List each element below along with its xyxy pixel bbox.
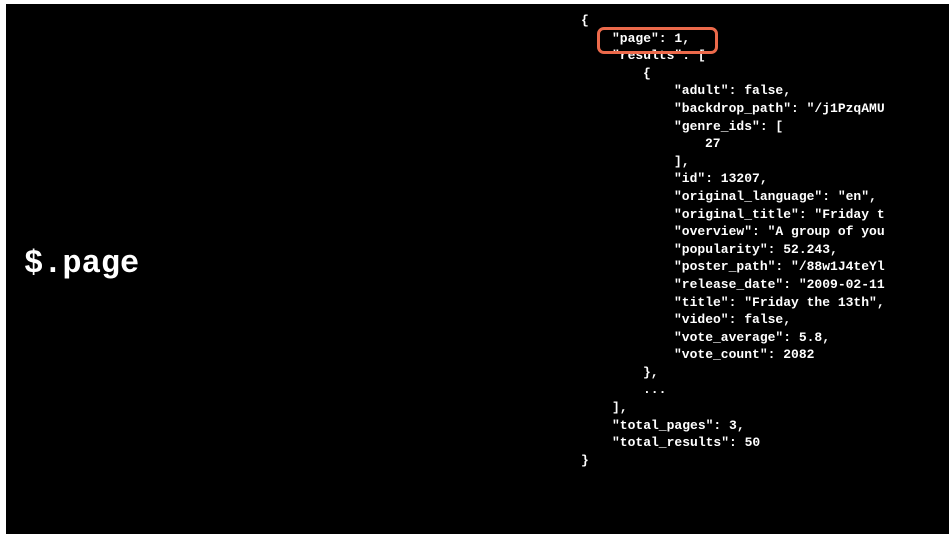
json-line: } [581, 452, 589, 468]
json-line: "poster_path": "/88w1J4teYl [674, 259, 885, 275]
json-line: }, [643, 364, 659, 380]
json-line: ], [674, 153, 690, 169]
json-line: "vote_count": 2082 [674, 347, 815, 363]
json-line: { [643, 65, 651, 81]
json-line: "release_date": "2009-02-11 [674, 276, 885, 292]
json-line: "adult": false, [674, 83, 792, 99]
json-line: 27 [705, 136, 721, 152]
json-line: "original_language": "en", [674, 188, 877, 204]
json-code-block: {"page": 1, "results": [{"adult": false, "… [581, 12, 943, 469]
json-line: "video": false, [674, 312, 792, 328]
json-line: "vote_average": 5.8, [674, 329, 831, 345]
json-line: "id": 13207, [674, 171, 768, 187]
json-line: "popularity": 52.243, [674, 241, 838, 257]
json-line: "original_title": "Friday t [674, 206, 885, 222]
json-line: "total_pages": 3, [612, 417, 745, 433]
json-line: ], [612, 400, 628, 416]
json-line: "overview": "A group of you [674, 224, 885, 240]
json-line: "title": "Friday the 13th", [674, 294, 885, 310]
json-line: ... [643, 382, 667, 398]
json-line: "total_results": 50 [612, 435, 761, 451]
jsonpath-expression: $.page [24, 245, 140, 282]
page-highlight-box [597, 27, 718, 54]
json-line: "backdrop_path": "/j1PzqAMU [674, 100, 885, 116]
json-line: "genre_ids": [ [674, 118, 784, 134]
